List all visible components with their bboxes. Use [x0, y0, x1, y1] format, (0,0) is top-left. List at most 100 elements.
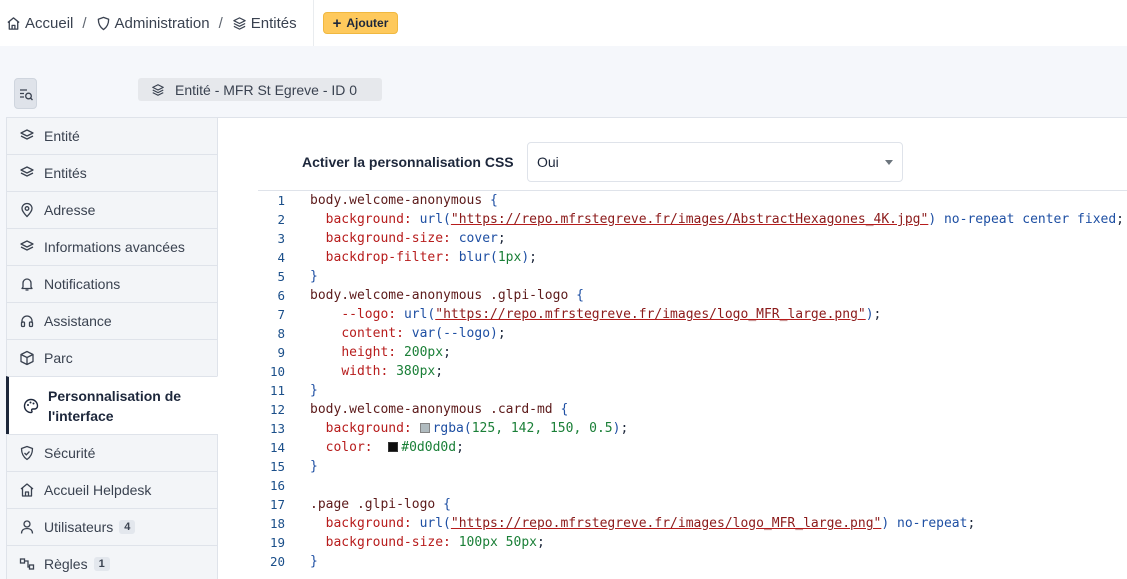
tab-label: Sécurité	[44, 445, 96, 461]
code-line: 3 background-size: cover;	[258, 229, 1127, 248]
color-swatch	[388, 442, 399, 452]
shield-icon	[97, 16, 109, 30]
tab-label: Informations avancées	[44, 239, 185, 255]
breadcrumb-separator: /	[218, 14, 223, 32]
map-pin-icon	[21, 202, 33, 218]
shield-check-icon	[20, 445, 34, 461]
code-line: 8 content: var(--logo);	[258, 324, 1127, 343]
tab-regles[interactable]: Règles 1	[6, 545, 218, 579]
line-number: 10	[269, 364, 285, 379]
code-line: 11 }	[258, 381, 1127, 400]
line-number: 12	[269, 402, 285, 417]
tab-content-panel: Activer la personnalisation CSS Oui 1 bo…	[218, 117, 1127, 579]
layers-icon	[20, 240, 34, 251]
line-number: 17	[269, 497, 285, 512]
background-url: "https://repo.mfrstegreve.fr/images/Abst…	[450, 212, 929, 227]
code-line: 20 }	[258, 552, 1127, 571]
line-number: 11	[269, 383, 285, 398]
css-toggle-row: Activer la personnalisation CSS Oui	[302, 142, 903, 182]
layers-icon	[20, 166, 34, 177]
home-icon	[20, 483, 34, 497]
tab-label: Utilisateurs	[44, 519, 114, 535]
layers-icon	[152, 83, 164, 96]
code-line: 14 color: #0d0d0d;	[258, 438, 1127, 457]
line-number: 20	[269, 554, 285, 569]
code-line: 12 body.welcome-anonymous .card-md {	[258, 400, 1127, 419]
line-number: 4	[277, 250, 285, 265]
breadcrumb-home[interactable]: Accueil	[6, 15, 73, 32]
headset-icon	[20, 315, 34, 328]
breadcrumb-entities[interactable]: Entités	[232, 15, 297, 32]
line-number: 8	[277, 326, 285, 341]
tab-label: Entités	[44, 165, 87, 181]
code-line: 13 background: rgba(125, 142, 150, 0.5);	[258, 419, 1127, 438]
line-number: 15	[269, 459, 285, 474]
code-line: 4 backdrop-filter: blur(1px);	[258, 248, 1127, 267]
code-line: 1 body.welcome-anonymous {	[258, 191, 1127, 210]
line-number: 9	[277, 345, 285, 360]
chevron-down-icon	[885, 159, 893, 165]
tab-entites[interactable]: Entités	[6, 154, 218, 191]
line-number: 19	[269, 535, 285, 550]
tab-utilisateurs[interactable]: Utilisateurs 4	[6, 508, 218, 545]
line-number: 6	[277, 288, 285, 303]
line-number: 7	[277, 307, 285, 322]
layers-icon	[20, 129, 34, 140]
code-line: 5 }	[258, 267, 1127, 286]
css-code-editor[interactable]: 1 body.welcome-anonymous { 2 background:…	[258, 190, 1127, 579]
add-button[interactable]: + Ajouter	[322, 12, 399, 34]
code-line: 16	[258, 476, 1127, 495]
tab-informations-avancees[interactable]: Informations avancées	[6, 228, 218, 265]
logo-url: "https://repo.mfrstegreve.fr/images/logo…	[450, 516, 882, 531]
tab-label: Parc	[44, 350, 73, 366]
logo-url: "https://repo.mfrstegreve.fr/images/logo…	[435, 307, 866, 322]
entity-title: Entité - MFR St Egreve - ID 0	[175, 81, 358, 98]
code-line: 18 background: url("https://repo.mfrsteg…	[258, 514, 1127, 533]
plus-icon: +	[332, 14, 342, 32]
entity-tabs: Entité Entités Adresse Informations avan…	[6, 117, 218, 579]
code-line: 15 }	[258, 457, 1127, 476]
breadcrumb-admin-label: Administration	[114, 14, 210, 32]
count-badge: 1	[93, 557, 110, 571]
breadcrumb-home-label: Accueil	[25, 14, 74, 32]
tab-parc[interactable]: Parc	[6, 339, 218, 376]
tab-label: Accueil Helpdesk	[44, 482, 152, 498]
code-line: 17 .page .glpi-logo {	[258, 495, 1127, 514]
tab-personnalisation-interface[interactable]: Personnalisation de l'interface	[6, 376, 218, 434]
tab-adresse[interactable]: Adresse	[6, 191, 218, 228]
tab-label: Règles	[44, 556, 88, 572]
tab-entite[interactable]: Entité	[6, 117, 218, 154]
tab-label: Assistance	[44, 313, 112, 329]
box-icon	[20, 350, 34, 366]
line-number: 3	[277, 231, 285, 246]
css-toggle-value: Oui	[537, 154, 559, 170]
css-toggle-select[interactable]: Oui	[527, 142, 903, 182]
add-button-label: Ajouter	[346, 16, 389, 30]
breadcrumb-entities-label: Entités	[250, 14, 297, 32]
list-search-icon	[19, 88, 33, 100]
tab-label: Adresse	[44, 202, 96, 218]
tab-label: Entité	[44, 128, 80, 144]
code-line: 7 --logo: url("https://repo.mfrstegreve.…	[258, 305, 1127, 324]
top-header: Accueil / Administration / Entités + Ajo…	[0, 0, 1127, 46]
tab-assistance[interactable]: Assistance	[6, 302, 218, 339]
palette-icon	[23, 398, 39, 413]
code-line: 9 height: 200px;	[258, 343, 1127, 362]
code-line: 10 width: 380px;	[258, 362, 1127, 381]
count-badge: 4	[119, 520, 136, 534]
home-icon	[7, 16, 20, 30]
line-number: 16	[269, 478, 285, 493]
breadcrumb-admin[interactable]: Administration	[96, 15, 210, 32]
tab-notifications[interactable]: Notifications	[6, 265, 218, 302]
layers-icon	[233, 16, 246, 30]
bell-icon	[21, 278, 33, 291]
toggle-tabs-button[interactable]	[14, 78, 37, 109]
line-number: 18	[269, 516, 285, 531]
tab-securite[interactable]: Sécurité	[6, 434, 218, 471]
css-toggle-label: Activer la personnalisation CSS	[302, 154, 514, 170]
breadcrumb-separator: /	[82, 14, 87, 32]
code-line: 2 background: url("https://repo.mfrstegr…	[258, 210, 1127, 229]
tab-accueil-helpdesk[interactable]: Accueil Helpdesk	[6, 471, 218, 508]
color-swatch	[419, 423, 430, 433]
breadcrumb: Accueil / Administration / Entités	[0, 0, 314, 46]
